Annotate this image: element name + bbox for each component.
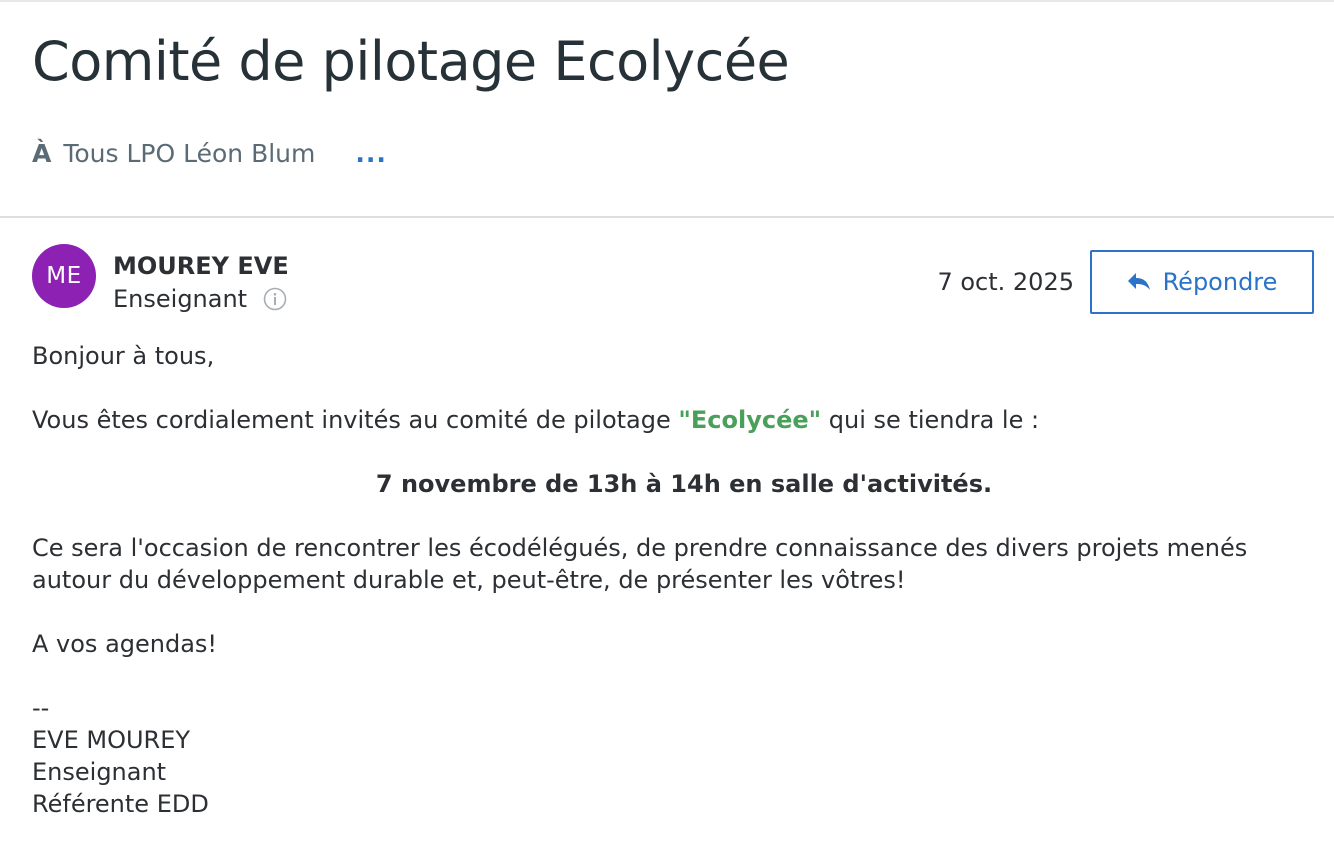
signature-name: EVE MOUREY [32, 726, 191, 754]
recipient-list[interactable]: Tous LPO Léon Blum [63, 139, 315, 168]
paragraph-line-1: Ce sera l'occasion de rencontrer les éco… [32, 534, 1248, 562]
reply-button-label: Répondre [1162, 268, 1278, 296]
info-icon[interactable] [263, 287, 287, 311]
signature-role: Enseignant [32, 758, 167, 786]
paragraph-line-2: autour du développement durable et, peut… [32, 566, 906, 594]
ecolycee-highlight: "Ecolycée" [678, 406, 822, 434]
intro-text: Vous êtes cordialement invités au comité… [32, 406, 679, 434]
intro-line: Vous êtes cordialement invités au comité… [32, 404, 1302, 436]
reply-icon [1127, 273, 1150, 290]
message-body: Bonjour à tous, Vous êtes cordialement i… [32, 340, 1302, 820]
signature-separator: -- [32, 694, 50, 722]
greeting: Bonjour à tous, [32, 342, 215, 370]
more-recipients-button[interactable]: ... [355, 139, 387, 168]
sender-role-row: Enseignant [113, 284, 287, 314]
event-details: 7 novembre de 13h à 14h en salle d'activ… [375, 470, 993, 498]
reply-button[interactable]: Répondre [1090, 250, 1314, 314]
top-border [0, 0, 1334, 2]
intro-text-end: qui se tiendra le : [821, 406, 1040, 434]
avatar: ME [32, 244, 96, 308]
recipients-row: À Tous LPO Léon Blum ... [32, 138, 387, 168]
sender-role: Enseignant [113, 285, 248, 313]
to-label: À [32, 138, 52, 168]
closing-line: A vos agendas! [32, 630, 218, 658]
signature-title: Référente EDD [32, 790, 209, 818]
sender-name: MOUREY EVE [113, 252, 289, 280]
header-divider [0, 216, 1334, 218]
message-subject: Comité de pilotage Ecolycée [32, 30, 790, 93]
message-date: 7 oct. 2025 [937, 268, 1074, 296]
